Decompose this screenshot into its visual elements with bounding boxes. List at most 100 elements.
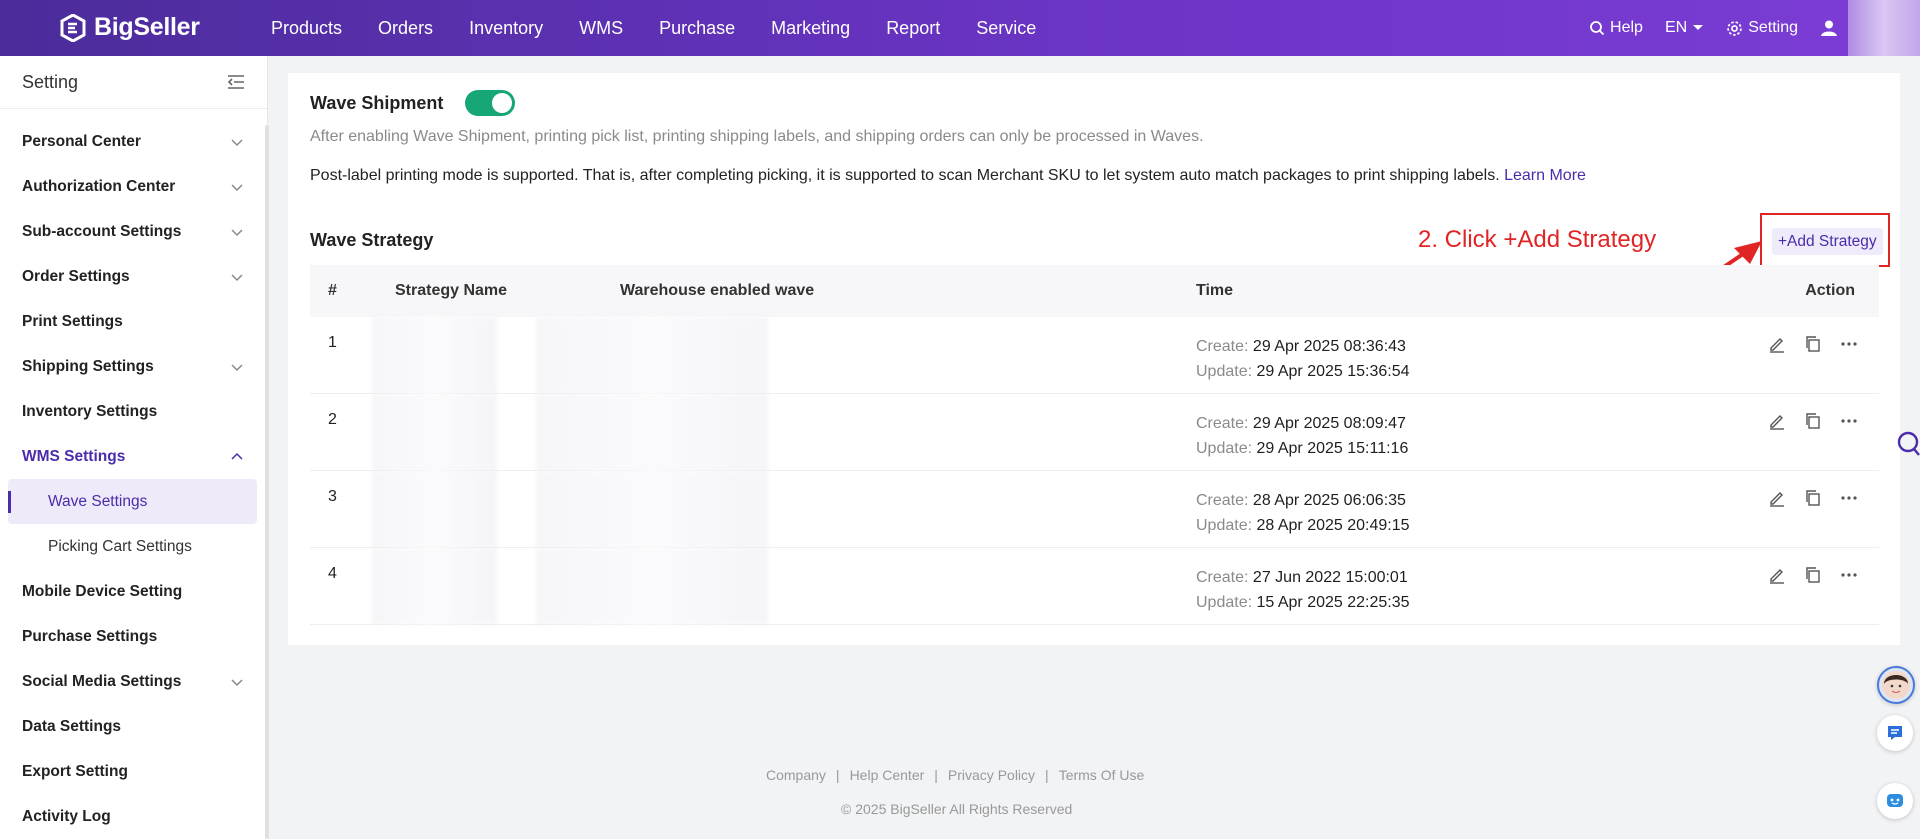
footer-privacy-link[interactable]: Privacy Policy [948, 767, 1035, 783]
sidebar-item-mobile-device-setting[interactable]: Mobile Device Setting [0, 569, 267, 614]
copy-icon[interactable] [1803, 334, 1823, 354]
footer-help-center-link[interactable]: Help Center [850, 767, 925, 783]
update-time: Update: 29 Apr 2025 15:36:54 [1196, 359, 1756, 384]
language-select[interactable]: EN [1665, 19, 1704, 37]
sidebar-item-inventory-settings[interactable]: Inventory Settings [0, 389, 267, 434]
action-cell [1756, 394, 1879, 431]
update-value: 29 Apr 2025 15:11:16 [1256, 440, 1409, 457]
wave-shipment-toggle[interactable] [465, 90, 516, 116]
header-index: # [328, 282, 337, 299]
chevron-down-icon [231, 678, 243, 686]
nav-inventory[interactable]: Inventory [469, 18, 543, 39]
copyright-text: © 2025 BigSeller All Rights Reserved [841, 801, 1073, 817]
action-cell [1756, 317, 1879, 354]
table-row: 2 Create: 29 Apr 2025 08:09:47 Update: 29 … [310, 394, 1879, 471]
user-icon [1821, 20, 1837, 36]
post-label-text: Post-label printing mode is supported. T… [310, 167, 1500, 184]
nav-wms[interactable]: WMS [579, 18, 623, 39]
sidebar-item-purchase-settings[interactable]: Purchase Settings [0, 614, 267, 659]
copy-icon[interactable] [1803, 565, 1823, 585]
logo[interactable]: BigSeller [60, 13, 200, 42]
footer-terms-link[interactable]: Terms Of Use [1059, 767, 1145, 783]
learn-more-link[interactable]: Learn More [1504, 167, 1586, 184]
wave-shipment-label: Wave Shipment [310, 92, 444, 113]
edit-icon[interactable] [1767, 565, 1787, 585]
more-options-icon[interactable] [1839, 488, 1859, 508]
chevron-up-icon [231, 452, 243, 460]
sidebar-item-social-media-settings[interactable]: Social Media Settings [0, 659, 267, 704]
sidebar-item-wms-settings[interactable]: WMS Settings [0, 434, 267, 479]
help-link[interactable]: Help [1589, 19, 1643, 37]
sidebar-item-authorization-center[interactable]: Authorization Center [0, 164, 267, 209]
sidebar-item-label: Order Settings [22, 267, 130, 285]
setting-label: Setting [1748, 19, 1798, 36]
create-value: 28 Apr 2025 06:06:35 [1252, 492, 1406, 509]
create-value: 27 Jun 2022 15:00:01 [1252, 569, 1408, 586]
sidebar-item-print-settings[interactable]: Print Settings [0, 299, 267, 344]
copy-icon[interactable] [1803, 411, 1823, 431]
time-cell: Create: 29 Apr 2025 08:09:47 Update: 29 A… [1196, 394, 1756, 461]
tutorial-annotation: 2. Click +Add Strategy [1418, 226, 1657, 253]
sidebar-item-label: Mobile Device Setting [22, 582, 183, 600]
sidebar-item-shipping-settings[interactable]: Shipping Settings [0, 344, 267, 389]
update-value: 15 Apr 2025 22:25:35 [1256, 594, 1410, 611]
search-icon [1590, 21, 1605, 36]
sidebar-item-order-settings[interactable]: Order Settings [0, 254, 267, 299]
chat-bot-button[interactable] [1877, 783, 1913, 819]
sidebar-subitem-wave-settings[interactable]: Wave Settings [8, 479, 257, 524]
language-label: EN [1664, 19, 1688, 36]
nav-products[interactable]: Products [271, 18, 342, 39]
message-icon [1888, 726, 1902, 740]
feedback-button[interactable] [1877, 715, 1913, 751]
more-options-icon[interactable] [1839, 334, 1859, 354]
add-strategy-button[interactable]: +Add Strategy [1772, 228, 1883, 255]
more-options-icon[interactable] [1839, 565, 1859, 585]
header-warehouse: Warehouse enabled wave [620, 282, 815, 299]
redacted-strategy-name [372, 548, 497, 625]
nav-service[interactable]: Service [976, 18, 1036, 39]
chevron-down-icon [231, 363, 243, 371]
create-label: Create: [1196, 569, 1249, 586]
sidebar-item-sub-account-settings[interactable]: Sub-account Settings [0, 209, 267, 254]
update-value: 29 Apr 2025 15:36:54 [1256, 363, 1410, 380]
avatar[interactable] [1848, 0, 1920, 56]
sidebar-item-label: Print Settings [22, 312, 123, 330]
collapse-menu-icon[interactable] [227, 74, 245, 90]
nav-report[interactable]: Report [886, 18, 940, 39]
wave-description: After enabling Wave Shipment, printing p… [310, 128, 1204, 145]
table-row: 1 Create: 29 Apr 2025 08:36:43 Update: 29 … [310, 317, 1879, 394]
edit-icon[interactable] [1767, 411, 1787, 431]
more-options-icon[interactable] [1839, 411, 1859, 431]
create-value: 29 Apr 2025 08:36:43 [1252, 338, 1406, 355]
sidebar-item-activity-log[interactable]: Activity Log [0, 794, 267, 839]
redacted-warehouse [536, 471, 768, 548]
sidebar-scrollbar[interactable] [265, 125, 269, 839]
sidebar-item-personal-center[interactable]: Personal Center [0, 119, 267, 164]
topbar-right: Help EN Setting [1589, 0, 1920, 56]
nav-purchase[interactable]: Purchase [659, 18, 735, 39]
sidebar-item-label: Shipping Settings [22, 357, 154, 375]
chevron-down-icon [231, 183, 243, 191]
top-navbar: BigSeller Products Orders Inventory WMS … [0, 0, 1920, 56]
nav-marketing[interactable]: Marketing [771, 18, 850, 39]
create-time: Create: 28 Apr 2025 06:06:35 [1196, 488, 1756, 513]
edit-icon[interactable] [1767, 334, 1787, 354]
agent-face-icon [1882, 671, 1910, 699]
sidebar-subitem-picking-cart-settings[interactable]: Picking Cart Settings [8, 524, 257, 569]
table-body: 1 Create: 29 Apr 2025 08:36:43 Update: 29 … [310, 317, 1879, 625]
sidebar-item-label: Social Media Settings [22, 672, 182, 690]
edit-icon[interactable] [1767, 488, 1787, 508]
user-menu[interactable] [1820, 19, 1838, 37]
floating-search-icon[interactable] [1893, 430, 1920, 457]
sidebar-item-export-setting[interactable]: Export Setting [0, 749, 267, 794]
copy-icon[interactable] [1803, 488, 1823, 508]
footer-company-link[interactable]: Company [766, 767, 826, 783]
sidebar-item-data-settings[interactable]: Data Settings [0, 704, 267, 749]
redacted-strategy-name [372, 471, 497, 548]
support-agent-avatar[interactable] [1877, 666, 1915, 704]
redacted-warehouse [536, 394, 768, 471]
setting-link[interactable]: Setting [1726, 19, 1798, 37]
nav-orders[interactable]: Orders [378, 18, 433, 39]
time-cell: Create: 29 Apr 2025 08:36:43 Update: 29 A… [1196, 317, 1756, 384]
create-label: Create: [1196, 492, 1249, 509]
